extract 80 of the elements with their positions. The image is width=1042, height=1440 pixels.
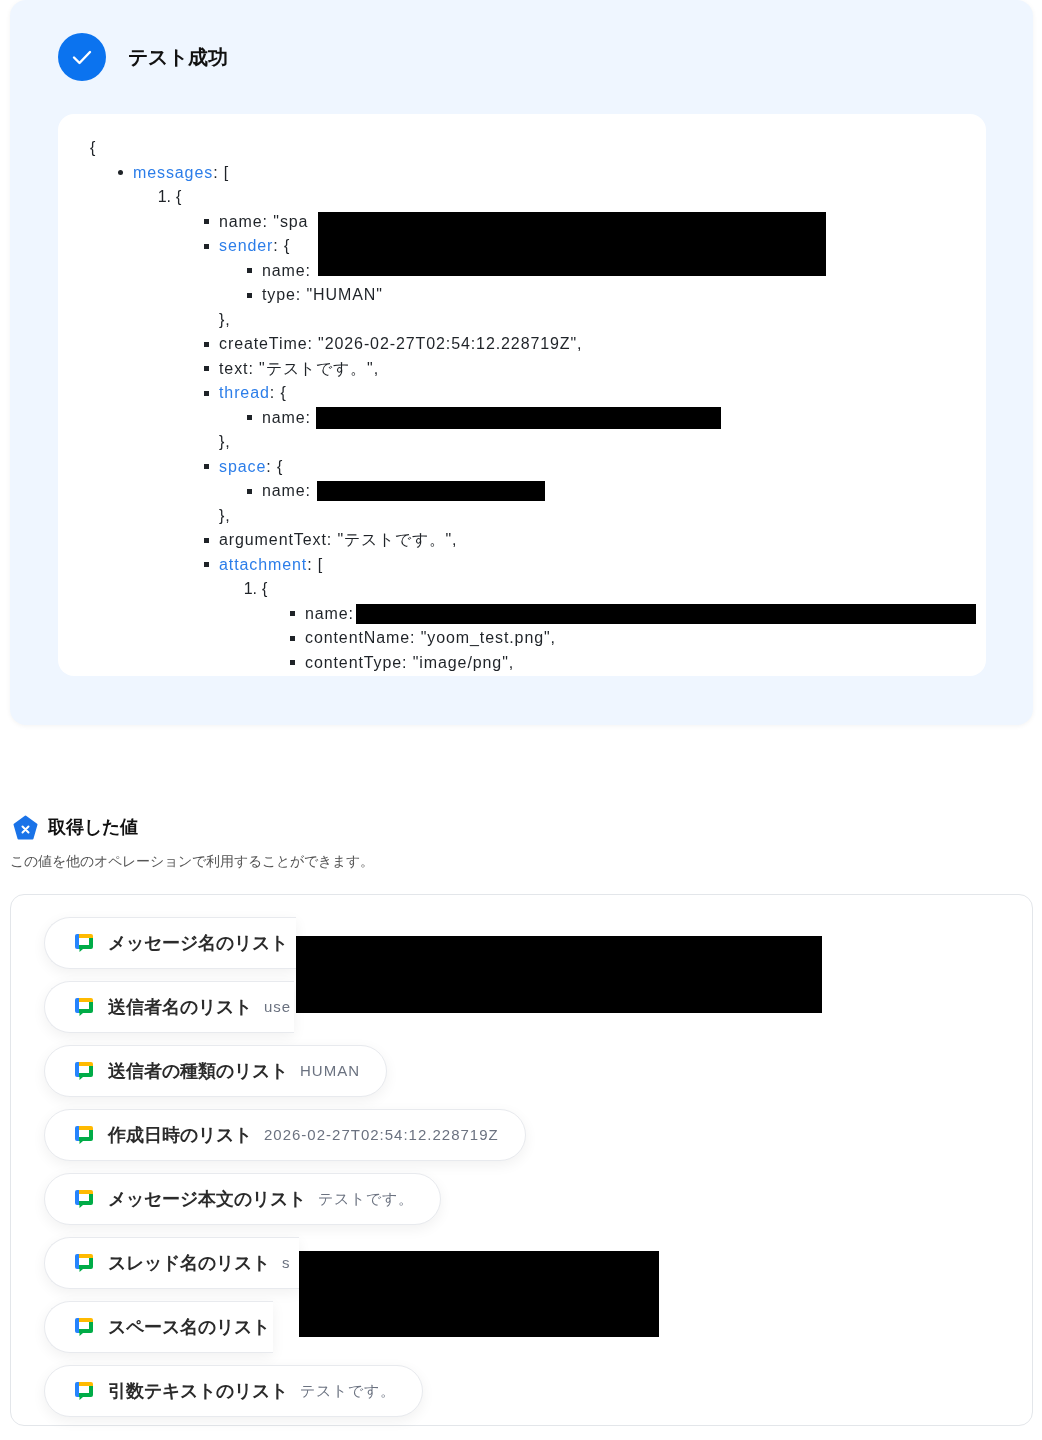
bullet-square-icon bbox=[204, 390, 209, 396]
chip-value: use bbox=[264, 996, 292, 1017]
chip-label: メッセージ名のリスト bbox=[108, 931, 288, 955]
bullet-square-icon bbox=[290, 635, 295, 641]
variable-chip[interactable]: メッセージ本文のリスト テストです。 bbox=[44, 1173, 441, 1225]
tree-bracket-text: : { bbox=[266, 456, 284, 477]
bullet-square-icon bbox=[247, 292, 252, 298]
bullet-square-icon bbox=[204, 219, 209, 225]
chat-bubble-icon bbox=[75, 1382, 93, 1400]
tree-key-link[interactable]: messages bbox=[133, 160, 214, 185]
tree-line-text: name: bbox=[262, 481, 311, 501]
bullet-square-icon bbox=[290, 660, 295, 666]
chat-bubble-icon bbox=[75, 1126, 93, 1144]
chip-label: 送信者の種類のリスト bbox=[108, 1059, 288, 1083]
chat-bubble-icon bbox=[75, 1254, 93, 1272]
bullet-square-icon bbox=[204, 464, 209, 470]
list-number: 1. bbox=[157, 187, 171, 207]
tree-line-text: name: "spa bbox=[219, 211, 309, 232]
chip-label: メッセージ本文のリスト bbox=[108, 1187, 306, 1211]
variable-chip[interactable]: メッセージ名のリスト bbox=[44, 917, 296, 969]
tree-line-text: name: bbox=[262, 407, 311, 428]
tree-key-link[interactable]: attachment bbox=[219, 552, 308, 577]
variable-chip[interactable]: 引数テキストのリスト テストです。 bbox=[44, 1365, 423, 1417]
tree-line-text: name: bbox=[262, 260, 311, 281]
bullet-square-icon bbox=[247, 268, 252, 274]
tree-bracket-text: }, bbox=[219, 433, 231, 450]
result-title: テスト成功 bbox=[128, 45, 228, 69]
bullet-square-icon bbox=[247, 488, 252, 494]
tree-line-text: name: bbox=[305, 603, 354, 624]
chip-label: スペース名のリスト bbox=[108, 1315, 270, 1339]
tree-key-link[interactable]: sender bbox=[219, 234, 274, 259]
bullet-square-icon bbox=[204, 243, 209, 249]
variable-chip[interactable]: スペース名のリスト bbox=[44, 1301, 273, 1353]
chip-label: 作成日時のリスト bbox=[108, 1123, 252, 1147]
pentagon-x-icon bbox=[13, 815, 38, 840]
variable-chip[interactable]: スレッド名のリスト s bbox=[44, 1237, 299, 1289]
chip-value: s bbox=[282, 1252, 291, 1273]
chat-bubble-icon bbox=[75, 998, 93, 1016]
chat-bubble-icon bbox=[75, 934, 93, 952]
bullet-square-icon bbox=[204, 537, 209, 543]
chat-bubble-icon bbox=[75, 1318, 93, 1336]
chip-value: テストです。 bbox=[318, 1188, 414, 1209]
tree-line-text: type: "HUMAN" bbox=[262, 285, 383, 305]
tree-bracket-text: { bbox=[262, 579, 269, 599]
variable-chip[interactable]: 作成日時のリスト 2026-02-27T02:54:12.228719Z bbox=[44, 1109, 526, 1161]
tree-key-link[interactable]: space bbox=[219, 454, 267, 479]
tree-bracket-text: }, bbox=[219, 310, 231, 328]
variable-chip[interactable]: 送信者の種類のリスト HUMAN bbox=[44, 1045, 387, 1097]
bullet-square-icon bbox=[247, 415, 252, 421]
chat-bubble-icon bbox=[75, 1062, 93, 1080]
bullet-square-icon bbox=[204, 341, 209, 347]
bullet-square-icon bbox=[204, 562, 209, 568]
tree-line-text: createTime: "2026-02-27T02:54:12.228719Z", bbox=[219, 334, 583, 354]
check-circle-icon bbox=[58, 33, 106, 81]
tree-bracket-text: { bbox=[176, 187, 183, 207]
section-description: この値を他のオペレーションで利用することができます。 bbox=[10, 852, 375, 871]
section-title: 取得した値 bbox=[48, 816, 138, 839]
tree-bracket-text: { bbox=[90, 139, 97, 156]
chip-label: 送信者名のリスト bbox=[108, 995, 252, 1019]
chip-value: 2026-02-27T02:54:12.228719Z bbox=[264, 1124, 499, 1145]
bullet-square-icon bbox=[290, 611, 295, 617]
tree-line-text: contentName: "yoom_test.png", bbox=[305, 628, 556, 648]
list-number: 1. bbox=[243, 579, 257, 599]
chip-label: 引数テキストのリスト bbox=[108, 1379, 288, 1403]
tree-line-text: argumentText: "テストです。", bbox=[219, 530, 458, 550]
bullet-dot-icon bbox=[118, 170, 123, 176]
tree-bracket-text: : { bbox=[269, 383, 287, 403]
chip-value: HUMAN bbox=[300, 1060, 360, 1081]
chip-value: テストです。 bbox=[300, 1380, 396, 1401]
chat-bubble-icon bbox=[75, 1190, 93, 1208]
bullet-square-icon bbox=[204, 366, 209, 372]
tree-bracket-text: }, bbox=[219, 506, 231, 524]
tree-bracket-text: : { bbox=[273, 236, 291, 256]
tree-line-text: text: "テストです。", bbox=[219, 358, 379, 379]
variable-chip[interactable]: 送信者名のリスト use bbox=[44, 981, 295, 1033]
tree-bracket-text: : [ bbox=[213, 162, 230, 183]
tree-key-link[interactable]: thread bbox=[219, 381, 270, 406]
tree-bracket-text: : [ bbox=[307, 554, 324, 575]
tree-line-text: contentType: "image/png", bbox=[305, 652, 515, 673]
chip-label: スレッド名のリスト bbox=[108, 1251, 270, 1275]
